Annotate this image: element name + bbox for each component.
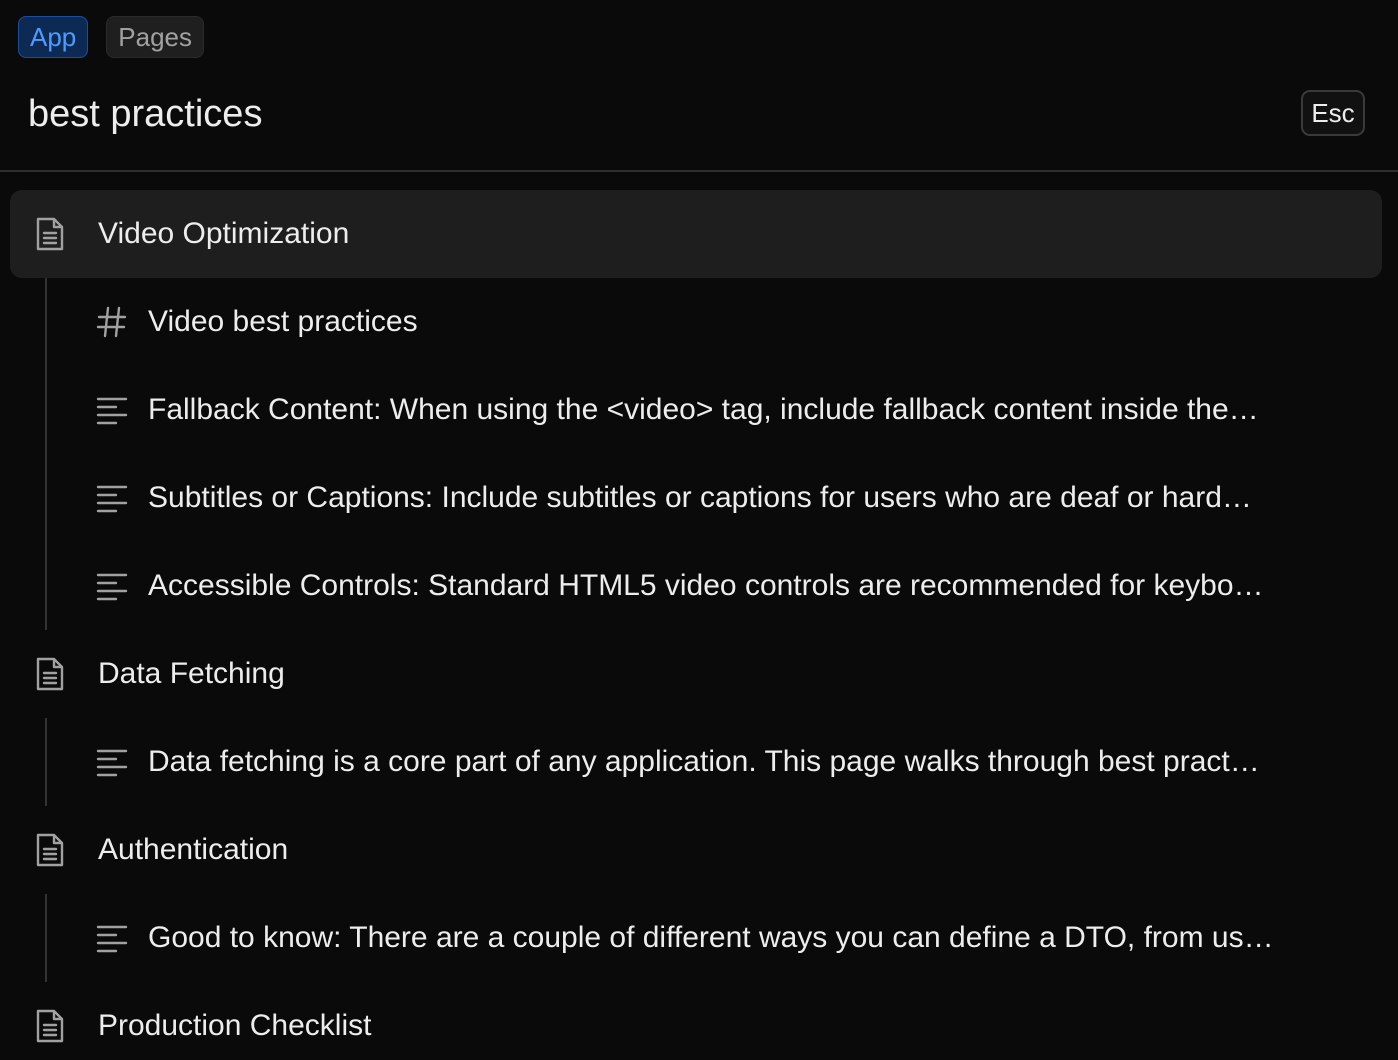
result-section-item[interactable]: Fallback Content: When using the <video>… — [10, 366, 1382, 454]
escape-button[interactable]: Esc — [1301, 90, 1365, 136]
result-page-item[interactable]: Data Fetching — [10, 630, 1382, 718]
page-icon — [36, 657, 64, 691]
result-section-text: Good to know: There are a couple of diff… — [148, 921, 1274, 954]
result-section-item[interactable]: Accessible Controls: Standard HTML5 vide… — [10, 542, 1382, 630]
result-page-item[interactable]: Authentication — [10, 806, 1382, 894]
scope-tab-app[interactable]: App — [18, 16, 89, 58]
hash-icon — [96, 306, 127, 338]
result-section-item[interactable]: Video best practices — [10, 278, 1382, 366]
text-lines-icon — [96, 573, 128, 601]
result-section-item[interactable]: Good to know: There are a couple of diff… — [10, 894, 1382, 982]
result-page-title: Production Checklist — [98, 1009, 372, 1042]
search-input[interactable] — [28, 88, 1228, 140]
text-lines-icon — [96, 485, 128, 513]
divider — [0, 170, 1398, 172]
result-section-text: Subtitles or Captions: Include subtitles… — [148, 481, 1252, 514]
page-icon — [36, 833, 64, 867]
text-lines-icon — [96, 925, 128, 953]
text-lines-icon — [96, 749, 128, 777]
result-section-item[interactable]: Data fetching is a core part of any appl… — [10, 718, 1382, 806]
scope-tabs: App Pages — [18, 16, 204, 58]
page-icon — [36, 217, 64, 251]
result-section-text: Fallback Content: When using the <video>… — [148, 393, 1259, 426]
text-lines-icon — [96, 397, 128, 425]
page-icon — [36, 1009, 64, 1043]
result-section-item[interactable]: Subtitles or Captions: Include subtitles… — [10, 454, 1382, 542]
result-page-item[interactable]: Video Optimization — [10, 190, 1382, 278]
result-section-text: Video best practices — [148, 305, 418, 338]
result-section-text: Accessible Controls: Standard HTML5 vide… — [148, 569, 1264, 602]
results-list: Video Optimization Video best practices Fa… — [10, 190, 1382, 1060]
result-page-title: Authentication — [98, 833, 289, 866]
scope-tab-pages[interactable]: Pages — [106, 16, 204, 58]
result-page-title: Video Optimization — [98, 217, 350, 250]
result-page-title: Data Fetching — [98, 657, 285, 690]
result-page-item[interactable]: Production Checklist — [10, 982, 1382, 1060]
result-section-text: Data fetching is a core part of any appl… — [148, 745, 1260, 778]
search-dialog: App Pages Esc Video Optimization Video be… — [0, 0, 1398, 1060]
